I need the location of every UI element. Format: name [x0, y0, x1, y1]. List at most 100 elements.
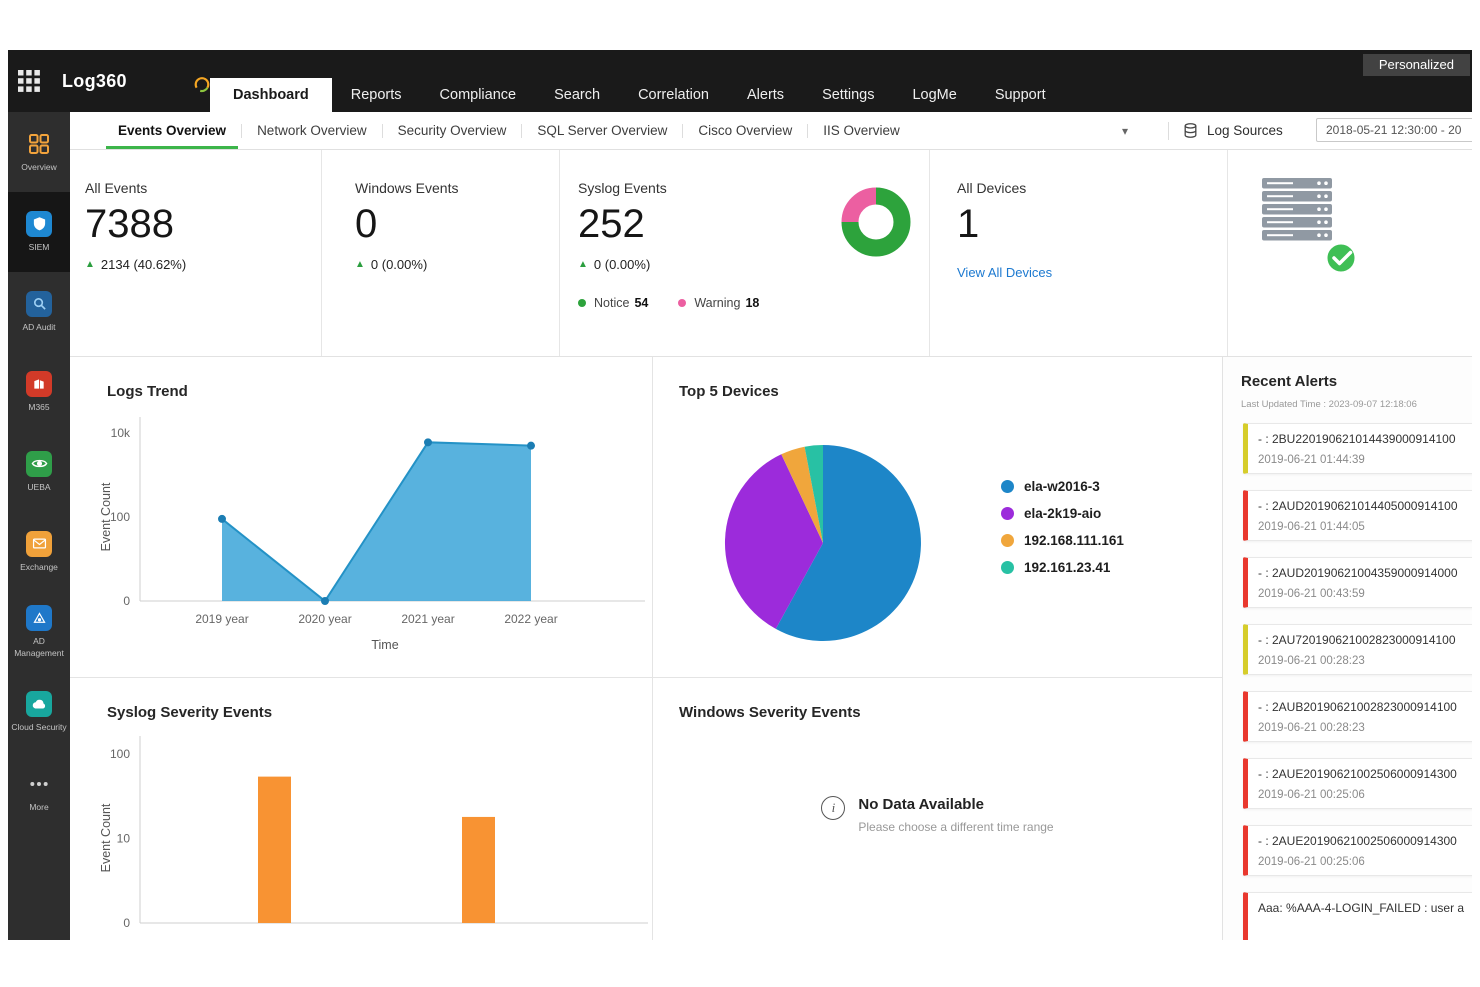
sidebar-item-label: More	[27, 802, 50, 813]
svg-text:10: 10	[117, 832, 131, 846]
chevron-down-icon[interactable]: ▾	[1110, 112, 1140, 149]
ad-icon	[26, 605, 52, 631]
alert-card[interactable]: - : 2AUE201906210025060009143002019-06-2…	[1243, 825, 1472, 876]
charts-grid: Logs Trend 010010k2019 year2020 year2021…	[70, 357, 1472, 940]
log-sources-button[interactable]: Log Sources	[1182, 112, 1283, 149]
alert-card[interactable]: - : 2BU2201906210144390009141002019-06-2…	[1243, 423, 1472, 474]
m365-icon	[26, 371, 52, 397]
tab-events-overview[interactable]: Events Overview	[103, 112, 241, 149]
log360-app-window: Log360 Personalized DashboardReportsComp…	[8, 50, 1472, 940]
svg-text:0: 0	[123, 916, 130, 930]
legend-label: ela-2k19-aio	[1024, 506, 1101, 521]
status-ok-icon	[1326, 243, 1356, 273]
stat-all-events: All Events 7388 ▲ 2134 (40.62%)	[70, 150, 322, 356]
sidebar-item-ueba[interactable]: UEBA	[8, 432, 70, 512]
legend-value: 54	[634, 296, 648, 310]
eye-icon	[26, 451, 52, 477]
alert-text: - : 2AUD20190621004359000914000	[1258, 566, 1472, 580]
legend-item-ela-w2016-3: ela-w2016-3	[1001, 479, 1124, 494]
svg-text:100: 100	[110, 510, 130, 524]
info-icon: i	[821, 796, 845, 820]
tab-network-overview[interactable]: Network Overview	[242, 112, 382, 149]
syslog-severity-title: Syslog Severity Events	[107, 704, 272, 721]
sidebar-item-overview[interactable]: Overview	[8, 112, 70, 192]
stats-row: All Events 7388 ▲ 2134 (40.62%) Windows …	[70, 150, 1472, 357]
no-data-title: No Data Available	[858, 796, 1053, 813]
legend-dot	[1001, 561, 1014, 574]
tab-security-overview[interactable]: Security Overview	[383, 112, 522, 149]
sidebar-item-label: Overview	[19, 162, 58, 173]
up-arrow-icon: ▲	[85, 259, 95, 270]
recent-alerts-updated: Last Updated Time : 2023-09-07 12:18:06	[1241, 399, 1417, 410]
sidebar-item-exchange[interactable]: Exchange	[8, 512, 70, 592]
nav-item-dashboard[interactable]: Dashboard	[210, 78, 332, 112]
svg-text:0: 0	[123, 594, 130, 608]
tab-sql-server-overview[interactable]: SQL Server Overview	[522, 112, 682, 149]
alert-text: - : 2AUD20190621014405000914100	[1258, 499, 1472, 513]
date-range-input[interactable]: 2018-05-21 12:30:00 - 20	[1316, 118, 1472, 142]
up-arrow-icon: ▲	[578, 259, 588, 270]
alert-card[interactable]: - : 2AUB201906210028230009141002019-06-2…	[1243, 691, 1472, 742]
alert-card[interactable]: Aaa: %AAA-4-LOGIN_FAILED : user a	[1243, 892, 1472, 940]
alert-card[interactable]: - : 2AU7201906210028230009141002019-06-2…	[1243, 624, 1472, 675]
sidebar-item-more[interactable]: More	[8, 752, 70, 832]
legend-dot	[1001, 534, 1014, 547]
stat-server-status	[1228, 150, 1472, 356]
sidebar-item-siem[interactable]: SIEM	[8, 192, 70, 272]
alert-card[interactable]: - : 2AUD201906210144050009141002019-06-2…	[1243, 490, 1472, 541]
stat-label: All Devices	[957, 180, 1227, 196]
nav-item-correlation[interactable]: Correlation	[619, 78, 728, 112]
no-data-subtitle: Please choose a different time range	[858, 820, 1053, 834]
nav-item-compliance[interactable]: Compliance	[421, 78, 536, 112]
logo-swoosh-icon	[193, 76, 211, 94]
stat-value: 7388	[85, 203, 321, 245]
sidebar-item-ad-management[interactable]: AD Management	[8, 592, 70, 672]
stat-delta-text: 0 (0.00%)	[371, 257, 427, 272]
windows-severity-title: Windows Severity Events	[679, 704, 861, 721]
database-icon	[1182, 122, 1199, 139]
syslog-legend: Notice54Warning18	[578, 296, 759, 310]
date-range-value: 2018-05-21 12:30:00 - 20	[1326, 123, 1461, 137]
top-devices-cell-svg	[653, 357, 1223, 677]
stat-delta: ▲ 0 (0.00%)	[355, 257, 559, 272]
legend-dot	[678, 299, 686, 307]
stat-label: Windows Events	[355, 180, 559, 196]
legend-item-ela-2k19-aio: ela-2k19-aio	[1001, 506, 1124, 521]
alert-time: 2019-06-21 01:44:39	[1258, 454, 1472, 466]
nav-item-settings[interactable]: Settings	[803, 78, 893, 112]
sidebar-item-m365[interactable]: M365	[8, 352, 70, 432]
svg-text:100: 100	[110, 747, 130, 761]
app-logo-text: Log360	[62, 71, 127, 92]
alert-time: 2019-06-21 00:43:59	[1258, 588, 1472, 600]
svg-text:Time: Time	[371, 638, 398, 652]
cloud-icon	[26, 691, 52, 717]
tab-cisco-overview[interactable]: Cisco Overview	[683, 112, 807, 149]
sidebar: Overview SIEM AD Audit M365UEBAExchangeAD M…	[8, 112, 70, 940]
personalized-button[interactable]: Personalized	[1363, 54, 1470, 76]
app-grid-glyph	[16, 68, 42, 94]
svg-text:2022 year: 2022 year	[504, 612, 557, 626]
nav-item-support[interactable]: Support	[976, 78, 1065, 112]
alert-card[interactable]: - : 2AUE201906210025060009143002019-06-2…	[1243, 758, 1472, 809]
alert-text: - : 2AUE20190621002506000914300	[1258, 767, 1472, 781]
grid-icon	[26, 131, 52, 157]
sidebar-item-label: AD Audit	[20, 322, 57, 333]
alert-time: 2019-06-21 00:28:23	[1258, 655, 1472, 667]
view-all-devices-link[interactable]: View All Devices	[957, 265, 1227, 280]
nav-item-logme[interactable]: LogMe	[893, 78, 975, 112]
nav-item-reports[interactable]: Reports	[332, 78, 421, 112]
nav-item-search[interactable]: Search	[535, 78, 619, 112]
sidebar-item-ad-audit[interactable]: AD Audit	[8, 272, 70, 352]
alert-card[interactable]: - : 2AUD20190621004359000914000 2019-06-2…	[1243, 557, 1472, 608]
tab-iis-overview[interactable]: IIS Overview	[808, 112, 915, 149]
overview-tabs: Events OverviewNetwork OverviewSecurity …	[103, 112, 915, 149]
alert-text: Aaa: %AAA-4-LOGIN_FAILED : user a	[1258, 901, 1472, 915]
tabbar-divider	[1168, 122, 1169, 140]
legend-label: Notice	[594, 296, 629, 310]
app-grid-icon[interactable]	[16, 68, 42, 94]
sidebar-item-cloud-security[interactable]: Cloud Security	[8, 672, 70, 752]
syslog-severity-cell: Syslog Severity Events 010100Event Count	[70, 677, 652, 940]
nav-item-alerts[interactable]: Alerts	[728, 78, 803, 112]
shield-icon	[26, 211, 52, 237]
stat-syslog-events: Syslog Events 252 ▲ 0 (0.00%) Notice54Wa…	[560, 150, 930, 356]
